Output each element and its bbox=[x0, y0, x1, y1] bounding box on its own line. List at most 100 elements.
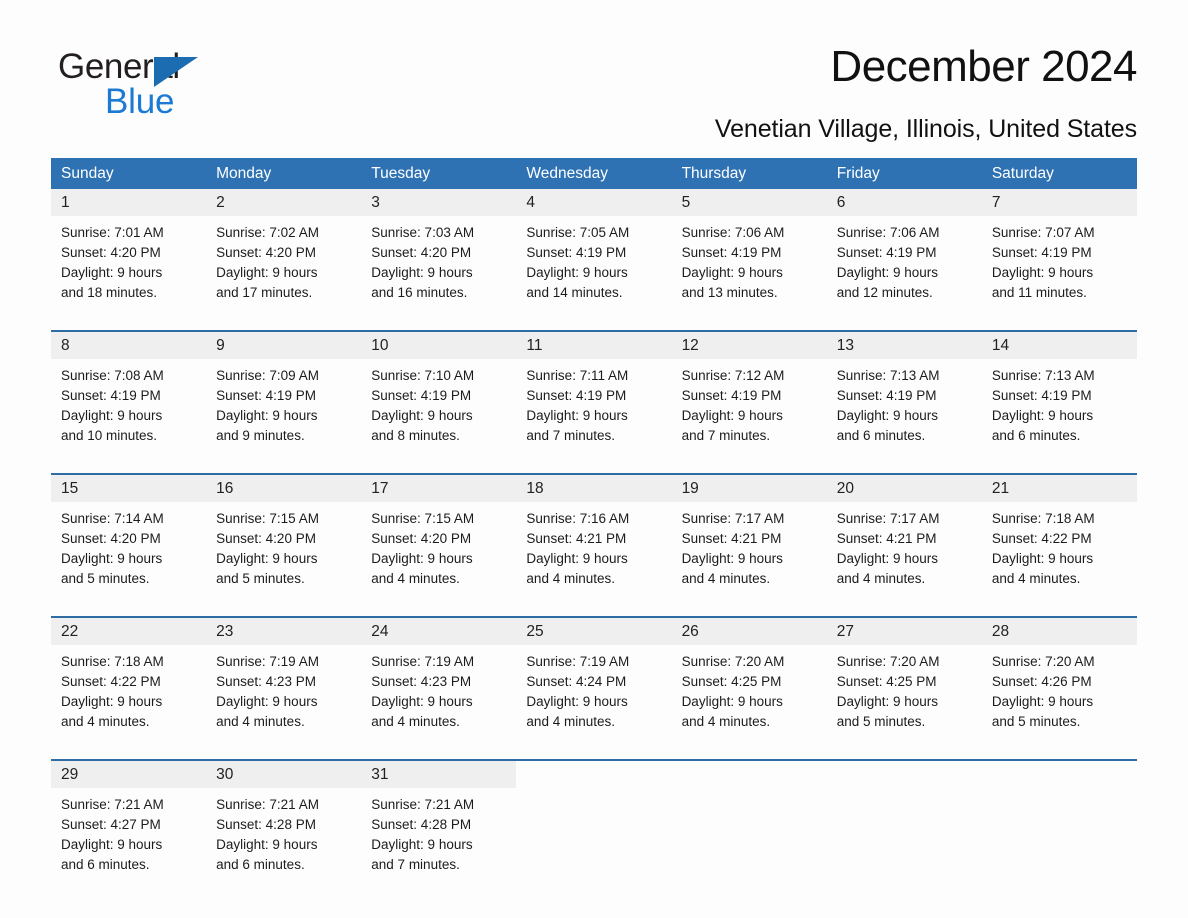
sunset-text: Sunset: 4:19 PM bbox=[371, 388, 472, 403]
day-number: 9 bbox=[206, 332, 362, 359]
daylight-text-line2: and 4 minutes. bbox=[371, 714, 460, 729]
daylight-text-line2: and 5 minutes. bbox=[991, 714, 1081, 729]
sunset-text: Sunset: 4:21 PM bbox=[836, 531, 937, 546]
sunrise-text: Sunrise: 7:20 AM bbox=[991, 654, 1095, 669]
daylight-text-line1: Daylight: 9 hours bbox=[61, 408, 163, 423]
sunrise-text: Sunrise: 7:20 AM bbox=[836, 654, 940, 669]
day-cell: Sunrise: 7:09 AM Sunset: 4:19 PM Dayligh… bbox=[206, 359, 361, 461]
day-number: 10 bbox=[361, 332, 517, 359]
week-detail-row: Sunrise: 7:08 AM Sunset: 4:19 PM Dayligh… bbox=[51, 359, 1137, 461]
calendar-table: Sunday Monday Tuesday Wednesday Thursday… bbox=[51, 158, 1137, 890]
calendar-week-row: 15 16 17 18 19 20 21 Sunrise: 7:14 AM Su… bbox=[51, 475, 1137, 604]
weekday-monday: Monday bbox=[216, 165, 272, 182]
day-cell: Sunrise: 7:08 AM Sunset: 4:19 PM Dayligh… bbox=[51, 359, 206, 461]
daylight-text-line1: Daylight: 9 hours bbox=[61, 551, 163, 566]
daylight-text-line1: Daylight: 9 hours bbox=[681, 694, 783, 709]
day-cell-empty bbox=[982, 788, 1137, 890]
daylight-text-line2: and 17 minutes. bbox=[216, 285, 313, 300]
sunset-text: Sunset: 4:19 PM bbox=[836, 388, 937, 403]
sunset-text: Sunset: 4:23 PM bbox=[371, 674, 472, 689]
day-number: 15 bbox=[51, 475, 207, 502]
sunset-text: Sunset: 4:28 PM bbox=[371, 817, 472, 832]
day-number: 1 bbox=[51, 189, 207, 216]
daylight-text-line1: Daylight: 9 hours bbox=[991, 408, 1094, 423]
day-cell: Sunrise: 7:13 AM Sunset: 4:19 PM Dayligh… bbox=[827, 359, 982, 461]
generalblue-logo: General Blue bbox=[58, 49, 248, 119]
daylight-text-line2: and 6 minutes. bbox=[61, 857, 150, 872]
day-cell: Sunrise: 7:15 AM Sunset: 4:20 PM Dayligh… bbox=[206, 502, 361, 604]
day-cell: Sunrise: 7:11 AM Sunset: 4:19 PM Dayligh… bbox=[516, 359, 671, 461]
day-cell: Sunrise: 7:16 AM Sunset: 4:21 PM Dayligh… bbox=[516, 502, 671, 604]
sunset-text: Sunset: 4:28 PM bbox=[216, 817, 316, 832]
daylight-text-line2: and 4 minutes. bbox=[216, 714, 305, 729]
sunrise-text: Sunrise: 7:18 AM bbox=[61, 654, 164, 669]
sunrise-text: Sunrise: 7:09 AM bbox=[216, 368, 319, 383]
daylight-text-line2: and 4 minutes. bbox=[371, 571, 460, 586]
daylight-text-line1: Daylight: 9 hours bbox=[371, 694, 473, 709]
day-cell: Sunrise: 7:06 AM Sunset: 4:19 PM Dayligh… bbox=[672, 216, 827, 318]
sunrise-text: Sunrise: 7:16 AM bbox=[526, 511, 630, 526]
day-number-empty bbox=[516, 761, 671, 788]
week-date-band: 22 23 24 25 26 27 28 bbox=[51, 618, 1137, 645]
day-cell: Sunrise: 7:17 AM Sunset: 4:21 PM Dayligh… bbox=[827, 502, 982, 604]
day-number: 26 bbox=[671, 618, 827, 645]
sunrise-text: Sunrise: 7:01 AM bbox=[61, 225, 164, 240]
daylight-text-line2: and 12 minutes. bbox=[836, 285, 933, 300]
day-number: 12 bbox=[671, 332, 827, 359]
daylight-text-line2: and 6 minutes. bbox=[991, 428, 1081, 443]
daylight-text-line2: and 7 minutes. bbox=[681, 428, 771, 443]
sunset-text: Sunset: 4:19 PM bbox=[991, 388, 1092, 403]
day-cell: Sunrise: 7:03 AM Sunset: 4:20 PM Dayligh… bbox=[361, 216, 516, 318]
day-number: 18 bbox=[516, 475, 672, 502]
sunset-text: Sunset: 4:19 PM bbox=[526, 388, 627, 403]
daylight-text-line2: and 7 minutes. bbox=[371, 857, 460, 872]
day-cell: Sunrise: 7:07 AM Sunset: 4:19 PM Dayligh… bbox=[982, 216, 1137, 318]
daylight-text-line1: Daylight: 9 hours bbox=[216, 408, 318, 423]
day-cell-empty bbox=[516, 788, 671, 890]
sunrise-text: Sunrise: 7:20 AM bbox=[681, 654, 785, 669]
day-cell: Sunrise: 7:21 AM Sunset: 4:28 PM Dayligh… bbox=[206, 788, 361, 890]
daylight-text-line2: and 6 minutes. bbox=[216, 857, 305, 872]
daylight-text-line2: and 4 minutes. bbox=[681, 714, 771, 729]
day-number-empty bbox=[982, 761, 1137, 788]
day-cell: Sunrise: 7:18 AM Sunset: 4:22 PM Dayligh… bbox=[51, 645, 206, 747]
daylight-text-line1: Daylight: 9 hours bbox=[991, 694, 1094, 709]
daylight-text-line1: Daylight: 9 hours bbox=[216, 265, 318, 280]
sunset-text: Sunset: 4:20 PM bbox=[216, 531, 316, 546]
sunrise-text: Sunrise: 7:21 AM bbox=[371, 797, 475, 812]
sunset-text: Sunset: 4:19 PM bbox=[836, 245, 937, 260]
sunrise-text: Sunrise: 7:08 AM bbox=[61, 368, 164, 383]
day-number: 7 bbox=[981, 189, 1137, 216]
page-title: December 2024 bbox=[830, 42, 1137, 91]
sunrise-text: Sunrise: 7:18 AM bbox=[991, 511, 1095, 526]
daylight-text-line1: Daylight: 9 hours bbox=[216, 837, 318, 852]
day-cell: Sunrise: 7:20 AM Sunset: 4:25 PM Dayligh… bbox=[827, 645, 982, 747]
daylight-text-line1: Daylight: 9 hours bbox=[681, 265, 783, 280]
week-spacer bbox=[51, 604, 1137, 616]
daylight-text-line1: Daylight: 9 hours bbox=[681, 551, 783, 566]
day-number: 2 bbox=[206, 189, 362, 216]
sunset-text: Sunset: 4:19 PM bbox=[991, 245, 1092, 260]
daylight-text-line1: Daylight: 9 hours bbox=[61, 694, 163, 709]
weekday-header-row: Sunday Monday Tuesday Wednesday Thursday… bbox=[51, 158, 1137, 189]
weekday-saturday: Saturday bbox=[991, 165, 1054, 182]
day-cell-empty bbox=[827, 788, 982, 890]
day-cell: Sunrise: 7:01 AM Sunset: 4:20 PM Dayligh… bbox=[51, 216, 206, 318]
calendar-week-row: 22 23 24 25 26 27 28 Sunrise: 7:18 AM Su… bbox=[51, 618, 1137, 747]
sunset-text: Sunset: 4:25 PM bbox=[681, 674, 782, 689]
sunrise-text: Sunrise: 7:07 AM bbox=[991, 225, 1095, 240]
day-cell: Sunrise: 7:10 AM Sunset: 4:19 PM Dayligh… bbox=[361, 359, 516, 461]
day-cell-empty bbox=[672, 788, 827, 890]
day-cell: Sunrise: 7:18 AM Sunset: 4:22 PM Dayligh… bbox=[982, 502, 1137, 604]
daylight-text-line1: Daylight: 9 hours bbox=[371, 265, 473, 280]
calendar-week-row: 29 30 31 Sunrise: 7:21 AM Sunset: 4:27 P… bbox=[51, 761, 1137, 890]
calendar-week-row: 1 2 3 4 5 6 7 Sunrise: 7:01 AM Sunset: 4… bbox=[51, 189, 1137, 318]
weekday-wednesday: Wednesday bbox=[526, 165, 608, 182]
title-block: December 2024 bbox=[830, 42, 1137, 91]
day-number: 8 bbox=[51, 332, 207, 359]
day-number: 25 bbox=[516, 618, 672, 645]
sunrise-text: Sunrise: 7:21 AM bbox=[216, 797, 319, 812]
day-number: 11 bbox=[516, 332, 672, 359]
daylight-text-line2: and 4 minutes. bbox=[681, 571, 771, 586]
day-number: 14 bbox=[981, 332, 1137, 359]
